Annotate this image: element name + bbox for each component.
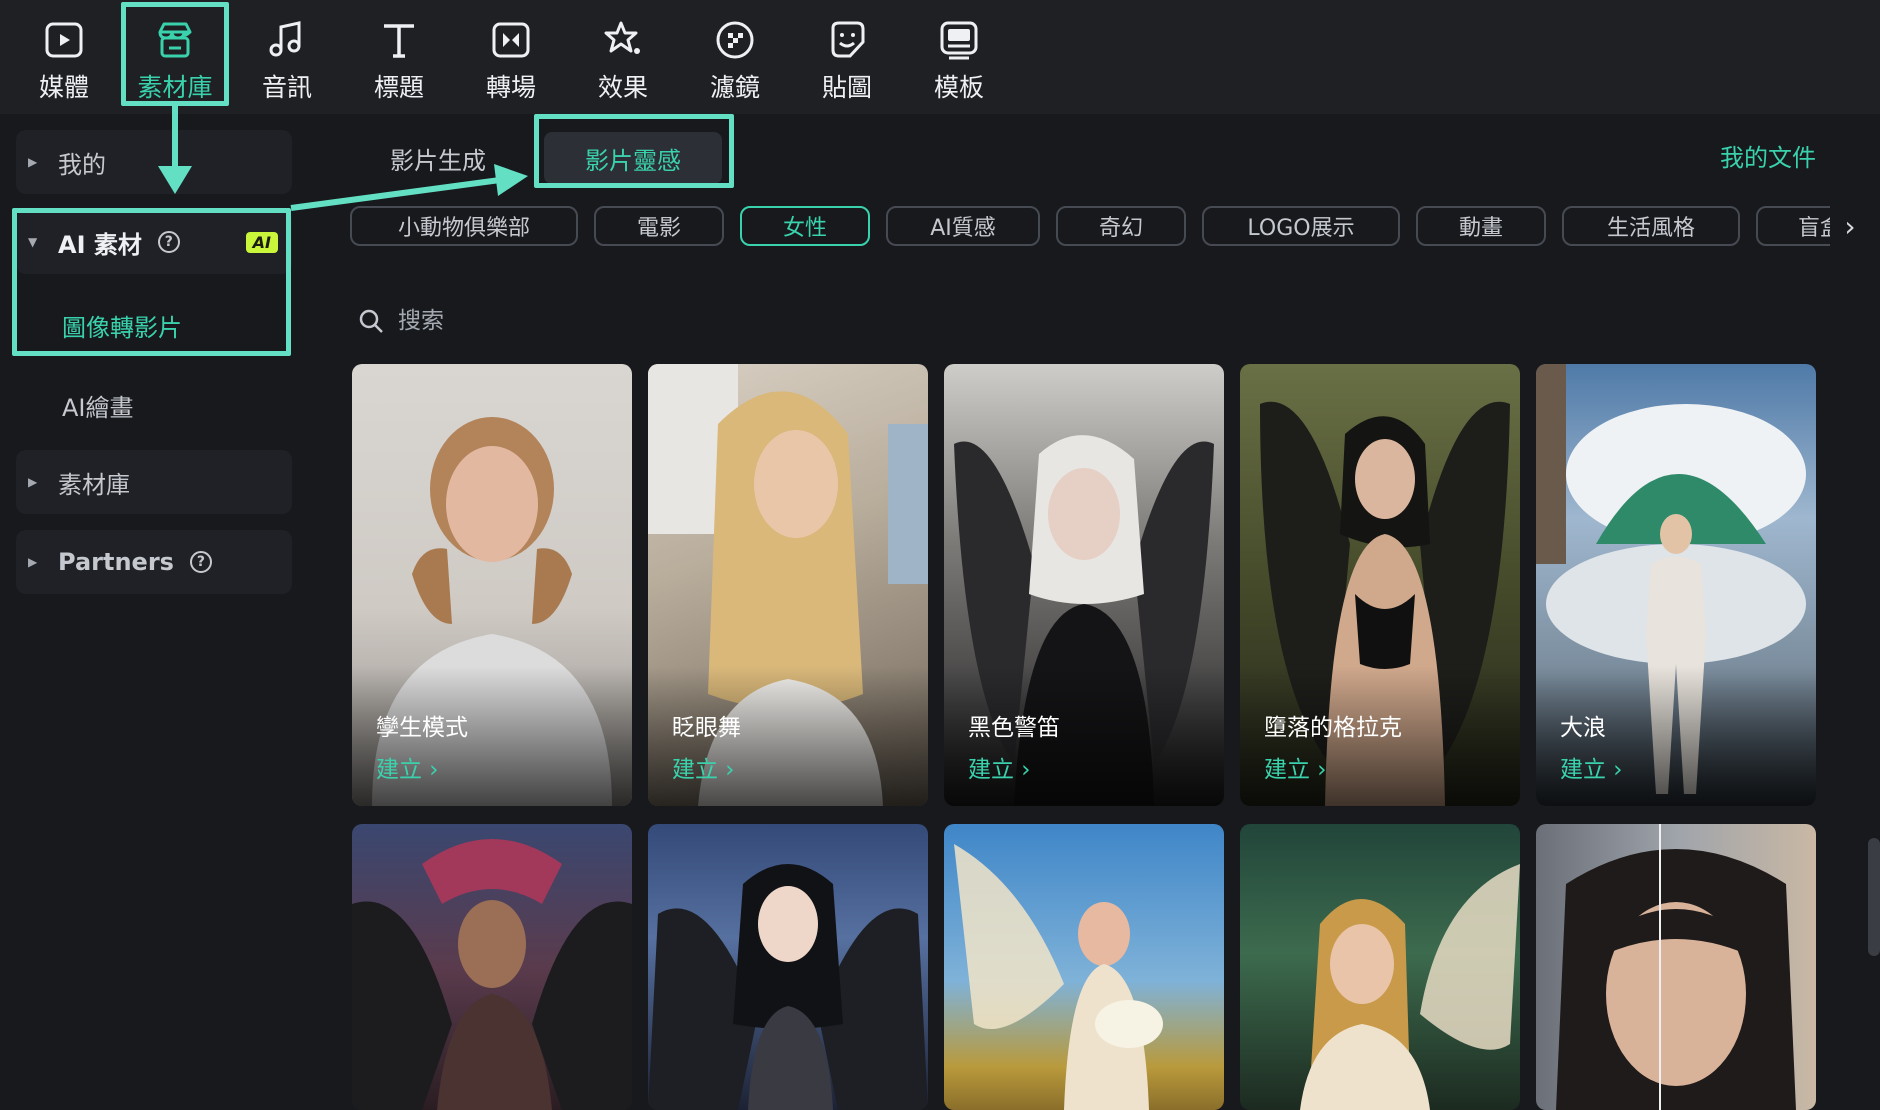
sidebar-item-mine[interactable]: ▶ 我的 (16, 130, 292, 194)
card-big-wave[interactable]: 大浪 建立 › (1536, 364, 1816, 806)
card-thumbnail-row2[interactable] (648, 824, 928, 1110)
tool-label: 素材庫 (137, 73, 213, 102)
tool-templates[interactable]: 模板 (906, 8, 1012, 104)
sidebar-item-ai-materials[interactable]: ▼ AI 素材 ? AI (16, 210, 292, 274)
card-thumbnail-row2[interactable] (944, 824, 1224, 1110)
scrollbar-thumb[interactable] (1868, 838, 1880, 956)
title-t-icon (375, 16, 423, 64)
sidebar-item-library[interactable]: ▶ 素材庫 (16, 450, 292, 514)
caret-right-icon: ▶ (28, 555, 38, 569)
tool-media[interactable]: 媒體 (11, 8, 117, 104)
card-thumbnail (1556, 824, 1796, 1110)
chip-movie[interactable]: 電影 (594, 206, 724, 246)
sidebar-item-ai-drawing[interactable]: AI繪畫 (62, 388, 134, 423)
store-icon (151, 16, 199, 64)
card-fallen-grack[interactable]: 墮落的格拉克 建立 › (1240, 364, 1520, 806)
card-title: 黑色警笛 (968, 715, 1060, 741)
chip-female[interactable]: 女性 (740, 206, 870, 246)
chip-ai-texture[interactable]: AI質感 (886, 206, 1040, 246)
chip-lifestyle[interactable]: 生活風格 (1562, 206, 1740, 246)
top-toolbar: 媒體 素材庫 音訊 標題 轉場 效果 濾鏡 貼圖 模板 (0, 0, 1880, 114)
sidebar: ▶ 我的 ▼ AI 素材 ? AI 圖像轉影片 AI繪畫 ▶ 素材庫 ▶ Par… (0, 114, 310, 1110)
card-title: 大浪 (1560, 715, 1606, 741)
help-icon[interactable]: ? (189, 551, 212, 573)
card-wink-dance[interactable]: 眨眼舞 建立 › (648, 364, 928, 806)
effects-star-icon (599, 16, 647, 64)
sidebar-item-label: 我的 (58, 150, 106, 179)
sidebar-item-label: 素材庫 (58, 470, 130, 499)
search-icon (359, 309, 383, 333)
category-chips: 小動物俱樂部 電影 女性 AI質感 奇幻 LOGO展示 動畫 生活風格 盲盒 (350, 206, 1840, 246)
chevron-right-icon[interactable]: › (1830, 206, 1870, 246)
ai-badge: AI (245, 232, 278, 253)
card-thumbnail-row2[interactable] (1536, 824, 1816, 1110)
search-input[interactable] (398, 308, 898, 334)
tool-label: 轉場 (485, 73, 536, 102)
tool-label: 標題 (373, 73, 424, 102)
create-button[interactable]: 建立 › (672, 750, 735, 784)
card-thumbnail (648, 864, 928, 1110)
chip-blind-box[interactable]: 盲盒 (1756, 206, 1840, 246)
chip-logo-showcase[interactable]: LOGO展示 (1202, 206, 1400, 246)
sidebar-item-label: Partners (58, 548, 174, 576)
chip-small-animals[interactable]: 小動物俱樂部 (350, 206, 578, 246)
caret-right-icon: ▶ (28, 155, 38, 169)
card-thumbnail (352, 839, 632, 1110)
sidebar-item-image-to-video[interactable]: 圖像轉影片 (62, 308, 182, 343)
create-button[interactable]: 建立 › (376, 750, 439, 784)
card-thumbnail-row2[interactable] (352, 824, 632, 1110)
sidebar-item-label: AI 素材 (58, 230, 142, 259)
tab-video-generation[interactable]: 影片生成 (378, 132, 498, 184)
app-window: 媒體 素材庫 音訊 標題 轉場 效果 濾鏡 貼圖 模板 ▶ 我的 ▼ AI 素材… (0, 0, 1880, 1110)
tool-label: 媒體 (38, 73, 89, 102)
tool-label: 貼圖 (821, 73, 872, 102)
filter-icon (711, 16, 759, 64)
caret-right-icon: ▶ (28, 475, 38, 489)
tool-audio[interactable]: 音訊 (234, 8, 340, 104)
chip-fantasy[interactable]: 奇幻 (1056, 206, 1186, 246)
help-icon[interactable]: ? (157, 231, 180, 253)
search-bar[interactable] (358, 298, 958, 344)
template-icon (935, 16, 983, 64)
my-documents-link[interactable]: 我的文件 (1720, 138, 1816, 173)
caret-down-icon: ▼ (28, 235, 38, 249)
sidebar-item-partners[interactable]: ▶ Partners ? (16, 530, 292, 594)
tab-video-inspiration[interactable]: 影片靈感 (544, 132, 722, 184)
card-thumbnail-row2[interactable] (1240, 824, 1520, 1110)
tool-label: 效果 (597, 73, 648, 102)
sticker-icon (823, 16, 871, 64)
card-title: 孿生模式 (376, 715, 468, 741)
tool-stickers[interactable]: 貼圖 (794, 8, 900, 104)
main-panel: 影片生成 影片靈感 我的文件 小動物俱樂部 電影 女性 AI質感 奇幻 LOGO… (310, 114, 1880, 1110)
card-title: 墮落的格拉克 (1264, 715, 1402, 741)
media-icon (40, 16, 88, 64)
create-button[interactable]: 建立 › (968, 750, 1031, 784)
tool-library[interactable]: 素材庫 (122, 8, 228, 104)
card-black-siren[interactable]: 黑色警笛 建立 › (944, 364, 1224, 806)
music-note-icon (263, 16, 311, 64)
transition-icon (487, 16, 535, 64)
card-twin-mode[interactable]: 孿生模式 建立 › (352, 364, 632, 806)
create-button[interactable]: 建立 › (1264, 750, 1327, 784)
tool-titles[interactable]: 標題 (346, 8, 452, 104)
tool-filters[interactable]: 濾鏡 (682, 8, 788, 104)
chip-animation[interactable]: 動畫 (1416, 206, 1546, 246)
create-button[interactable]: 建立 › (1560, 750, 1623, 784)
tool-effects[interactable]: 效果 (570, 8, 676, 104)
card-title: 眨眼舞 (672, 715, 741, 741)
tool-label: 濾鏡 (709, 73, 760, 102)
card-thumbnail (1300, 864, 1520, 1110)
tool-label: 音訊 (261, 73, 312, 102)
tool-transitions[interactable]: 轉場 (458, 8, 564, 104)
card-thumbnail (954, 844, 1163, 1110)
tool-label: 模板 (933, 73, 984, 102)
